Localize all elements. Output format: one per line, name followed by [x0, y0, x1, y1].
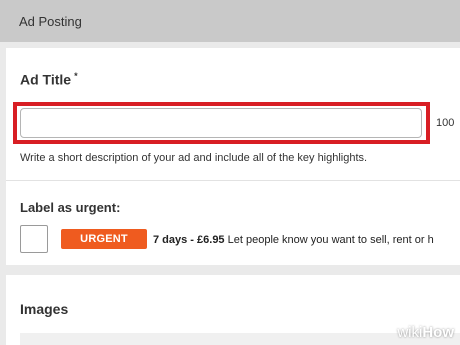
- urgent-checkbox[interactable]: [20, 225, 48, 253]
- watermark-wiki: wiki: [397, 324, 423, 341]
- urgent-description: Let people know you want to sell, rent o…: [227, 234, 434, 246]
- images-upload-area[interactable]: [20, 333, 460, 345]
- ad-title-input[interactable]: [20, 108, 422, 138]
- wikihow-watermark: wikiHow: [397, 324, 454, 341]
- ad-title-hint: Write a short description of your ad and…: [20, 152, 368, 164]
- char-limit-counter: 100: [436, 117, 455, 129]
- ad-title-label-text: Ad Title: [20, 71, 72, 88]
- urgent-heading: Label as urgent:: [20, 200, 121, 215]
- urgent-badge: URGENT: [61, 229, 147, 249]
- urgent-price: 7 days - £6.95: [153, 234, 225, 246]
- page-header: Ad Posting: [0, 0, 460, 42]
- ad-title-section: Ad Title * 100 Write a short description …: [6, 48, 460, 265]
- required-marker: *: [74, 71, 78, 81]
- images-section: Images: [6, 275, 460, 345]
- section-divider: [6, 180, 460, 181]
- page-title: Ad Posting: [19, 13, 82, 29]
- images-heading: Images: [20, 301, 69, 317]
- urgent-price-text: 7 days - £6.95 Let people know you want …: [153, 234, 434, 246]
- ad-title-label: Ad Title *: [20, 71, 78, 88]
- watermark-how: How: [422, 324, 454, 341]
